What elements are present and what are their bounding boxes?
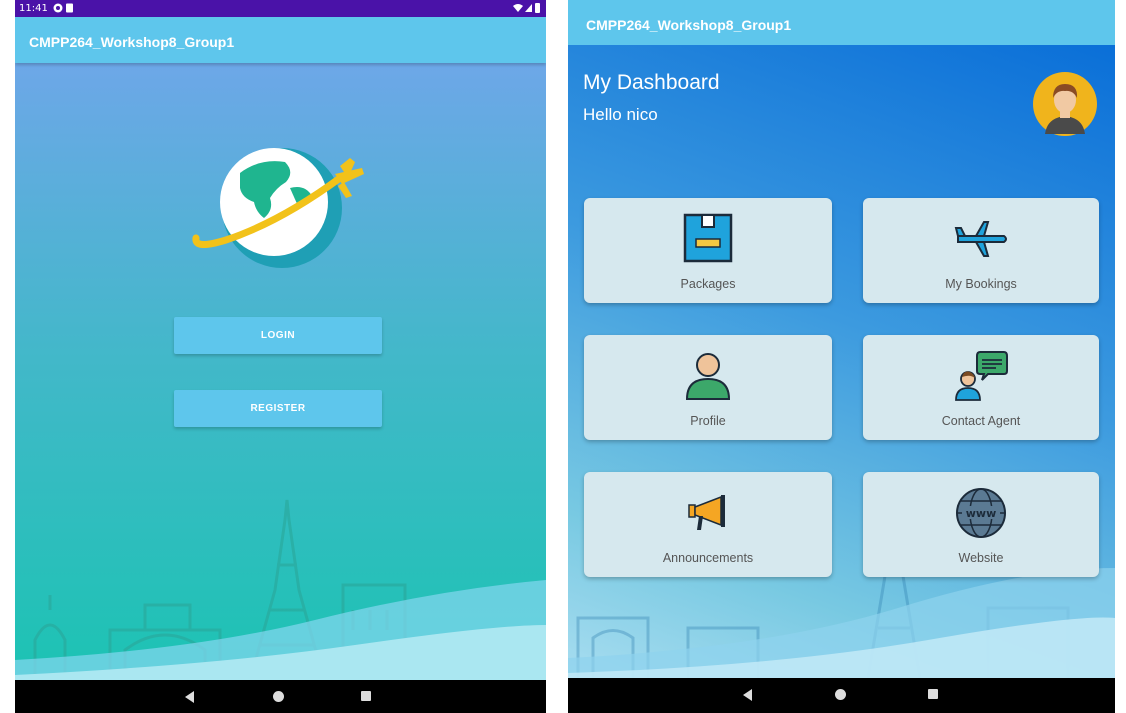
package-icon — [683, 213, 733, 263]
contact-agent-card[interactable]: Contact Agent — [863, 335, 1099, 440]
globe-www-icon: www — [956, 488, 1006, 538]
greeting-text: Hello nico — [583, 105, 658, 124]
back-icon[interactable] — [743, 689, 752, 701]
agent-chat-icon — [955, 351, 1008, 401]
megaphone-icon — [688, 495, 725, 530]
wave-decoration — [15, 580, 546, 680]
airplane-icon — [954, 221, 1007, 257]
dashboard-content: My Dashboard Hello nico Packages My Book… — [568, 45, 1115, 678]
back-icon[interactable] — [185, 691, 194, 703]
my-bookings-card[interactable]: My Bookings — [863, 198, 1099, 303]
login-content: LOGIN REGISTER — [15, 63, 546, 680]
card-label: Website — [958, 551, 1004, 565]
login-button[interactable]: LOGIN — [174, 317, 382, 354]
card-label: Profile — [690, 414, 726, 428]
dashboard-title: My Dashboard — [583, 71, 720, 94]
recent-apps-icon[interactable] — [928, 689, 938, 699]
profile-card[interactable]: Profile — [584, 335, 832, 440]
card-label: Packages — [680, 277, 736, 291]
status-bar: 11:41 — [15, 0, 546, 17]
status-time: 11:41 — [19, 3, 48, 14]
app-title: CMPP264_Workshop8_Group1 — [586, 17, 792, 33]
navigation-bar — [15, 680, 546, 713]
app-bar: CMPP264_Workshop8_Group1 — [568, 0, 1115, 45]
login-screen: 11:41 CMPP264_Workshop8_Group1 LOGIN REG… — [15, 0, 546, 713]
card-label: Announcements — [662, 551, 754, 565]
website-card[interactable]: www Website — [863, 472, 1099, 577]
avatar[interactable] — [1033, 72, 1097, 136]
person-icon — [685, 353, 731, 400]
home-icon[interactable] — [273, 691, 284, 702]
register-button[interactable]: REGISTER — [174, 390, 382, 427]
app-title: CMPP264_Workshop8_Group1 — [29, 34, 235, 50]
recent-apps-icon[interactable] — [361, 691, 371, 701]
card-label: Contact Agent — [941, 414, 1021, 428]
travel-globe-logo — [192, 148, 364, 268]
notification-icons — [53, 2, 75, 17]
home-icon[interactable] — [835, 689, 846, 700]
card-label: My Bookings — [945, 277, 1017, 291]
packages-card[interactable]: Packages — [584, 198, 832, 303]
dashboard-screen: CMPP264_Workshop8_Group1 My Dashboard He… — [568, 0, 1115, 713]
app-bar: CMPP264_Workshop8_Group1 — [15, 17, 546, 63]
announcements-card[interactable]: Announcements — [584, 472, 832, 577]
signal-battery-icon — [512, 2, 542, 17]
svg-text:www: www — [966, 507, 997, 520]
navigation-bar — [568, 678, 1115, 713]
